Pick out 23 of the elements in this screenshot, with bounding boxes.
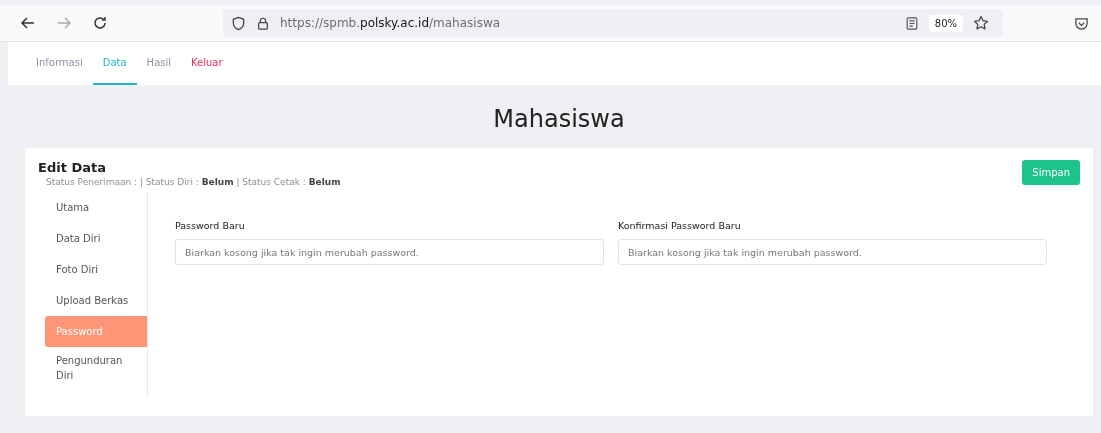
sidebar-item[interactable]: Upload Berkas xyxy=(45,285,147,316)
page-title: Mahasiswa xyxy=(492,104,626,135)
shield-icon xyxy=(231,15,246,31)
input-field[interactable]: Biarkan kosong jika tak ingin merubah password. xyxy=(618,239,1047,265)
url-text: https://spmb.polsky.ac.id/mahasiswa xyxy=(280,16,501,30)
address-bar[interactable]: https://spmb.polsky.ac.id/mahasiswa 80% xyxy=(223,9,1003,37)
field-label: Password Baru xyxy=(175,220,246,231)
pocket-icon[interactable] xyxy=(1074,15,1089,31)
back-icon[interactable] xyxy=(20,15,36,31)
reader-view-icon[interactable] xyxy=(904,15,919,31)
lock-icon xyxy=(256,15,270,31)
nav-tab[interactable]: Keluar xyxy=(181,42,233,85)
sidebar-item[interactable]: Utama xyxy=(45,192,147,223)
status-text: Status Penerimaan : | Status Diri : Belum | Status Cetak : Belum xyxy=(46,177,341,187)
sidebar-item[interactable]: Data Diri xyxy=(45,223,147,254)
input-field[interactable]: Biarkan kosong jika tak ingin merubah password. xyxy=(175,239,604,265)
zoom-level[interactable]: 80% xyxy=(928,14,963,32)
card-title: Edit Data xyxy=(38,160,107,175)
star-icon[interactable] xyxy=(973,15,989,31)
sidebar-item[interactable]: Foto Diri xyxy=(45,254,147,285)
sidebar-item[interactable]: Pengunduran Diri xyxy=(45,347,147,389)
field-label: Konfirmasi Password Baru xyxy=(618,220,742,231)
reload-icon[interactable] xyxy=(92,15,108,31)
